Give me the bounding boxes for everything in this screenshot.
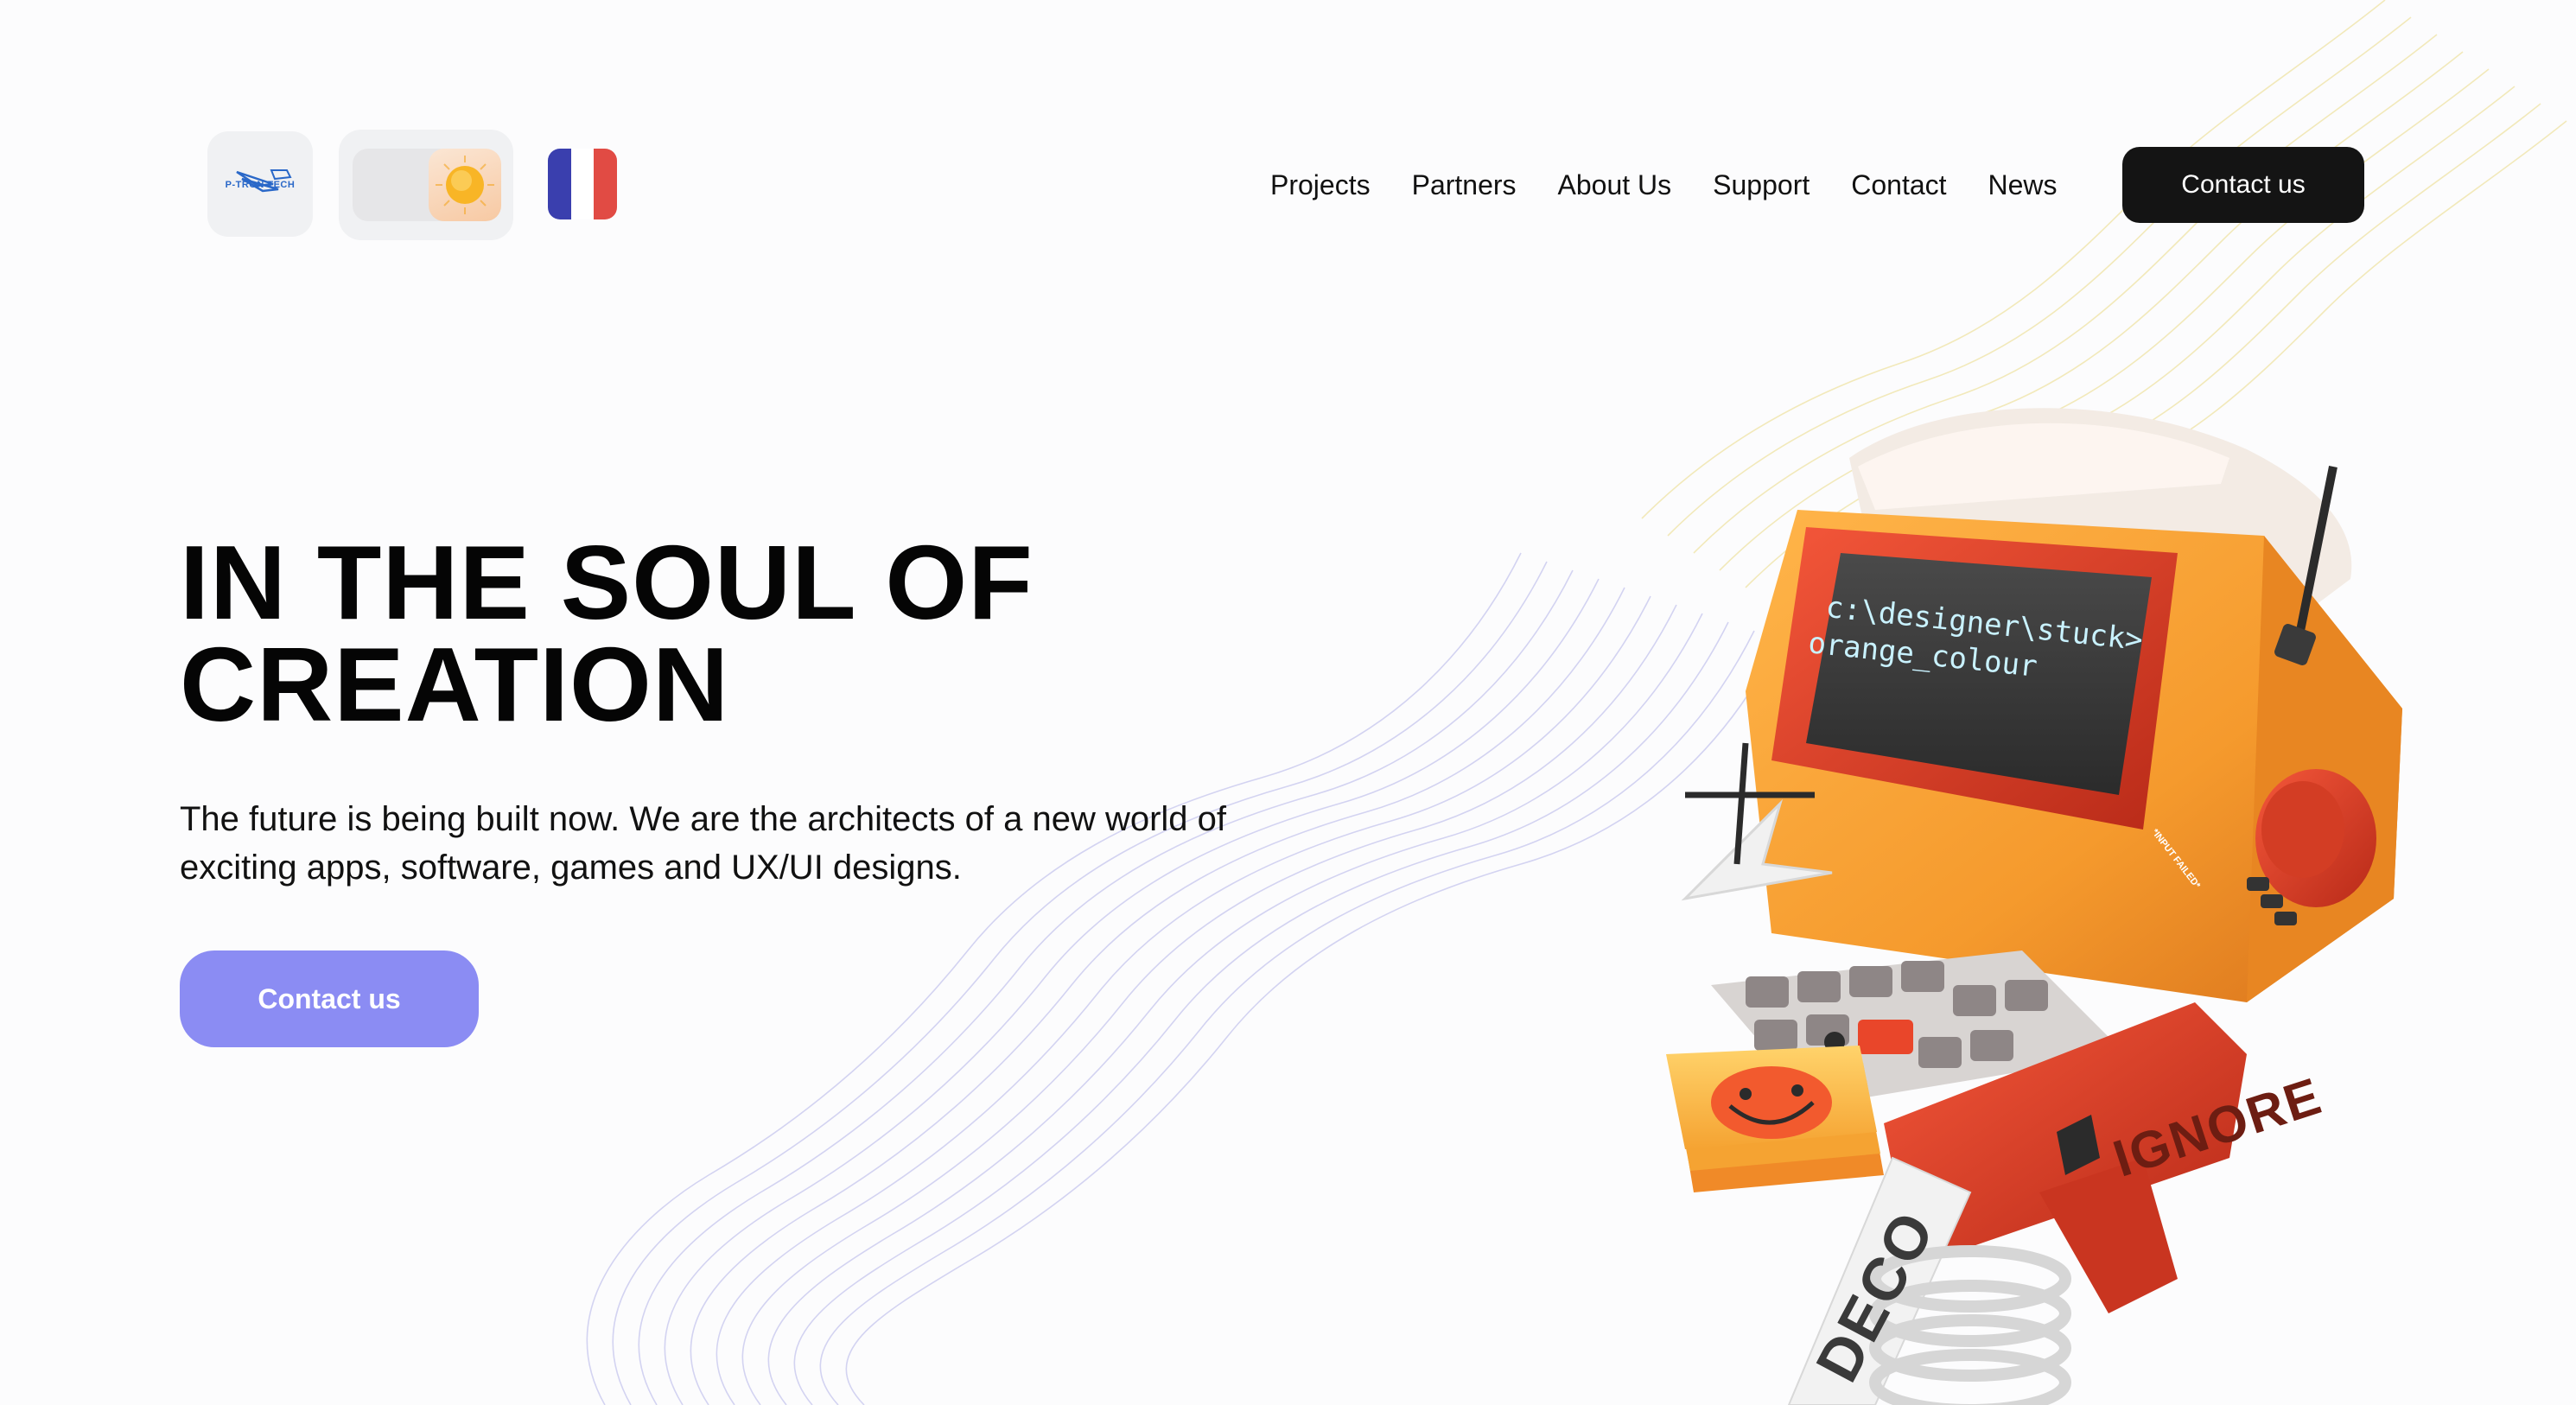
main-nav: Projects Partners About Us Support Conta… [1270,147,2058,223]
hero-subtitle-line1: The future is being built now. We are th… [180,800,1227,838]
brand-logo[interactable]: P-TRON TECH [207,131,313,237]
retro-computer-illustration: c:\designer\stuck> orange_colour *INPUT … [1486,380,2437,1405]
logo-text: P-TRON TECH [225,180,296,190]
hero-title-line1: IN THE SOUL OF [180,524,1034,641]
hero-title: IN THE SOUL OF CREATION [180,524,1303,743]
toggle-knob [429,149,501,221]
nav-news[interactable]: News [1988,169,2058,201]
hero-subtitle: The future is being built now. We are th… [180,795,1320,892]
nav-about-us[interactable]: About Us [1558,169,1672,201]
nav-partners[interactable]: Partners [1412,169,1517,201]
theme-toggle[interactable] [339,130,513,240]
sun-icon [436,156,494,214]
nav-projects[interactable]: Projects [1270,169,1371,201]
nav-support[interactable]: Support [1713,169,1810,201]
header-contact-button[interactable]: Contact us [2122,147,2364,223]
retro-computer-graphic [1666,408,2402,1405]
site-header: P-TRON TECH Projects Partners About Us S… [0,0,2576,285]
nav-contact[interactable]: Contact [1851,169,1946,201]
hero-title-line2: CREATION [180,626,730,743]
hero-subtitle-line2: exciting apps, software, games and UX/UI… [180,849,962,887]
hero-contact-button[interactable]: Contact us [180,950,479,1047]
france-flag-icon[interactable] [548,149,617,219]
